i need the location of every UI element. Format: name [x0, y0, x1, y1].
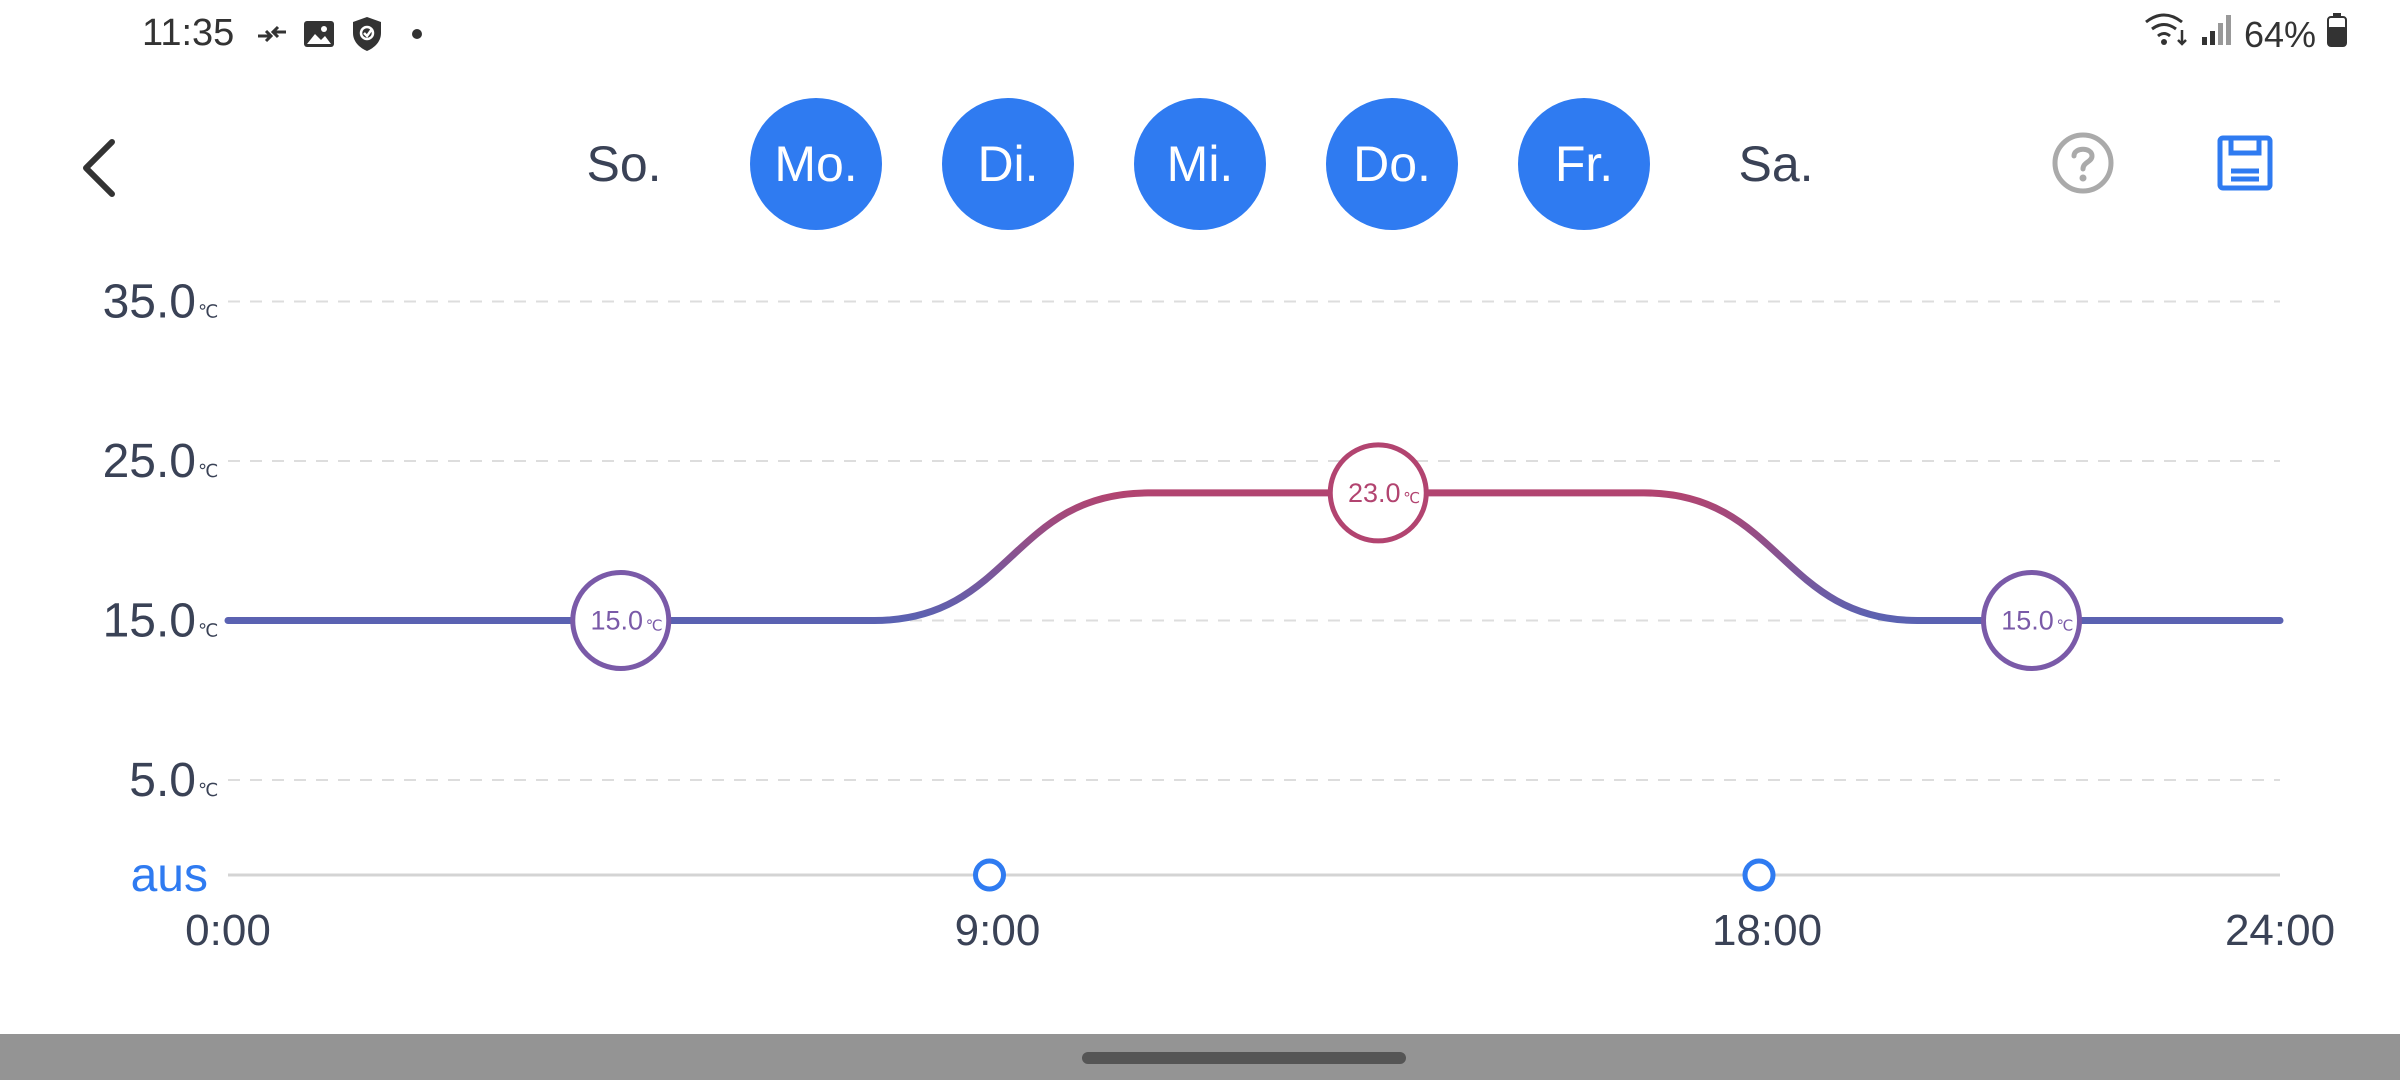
off-label: aus: [131, 849, 208, 902]
wifi-icon: [2142, 12, 2190, 57]
day-do-button[interactable]: Do.: [1326, 98, 1458, 230]
time-handle[interactable]: [1742, 858, 1776, 892]
x-tick-label: 18:00: [1712, 906, 1822, 950]
day-mo-button[interactable]: Mo.: [750, 98, 882, 230]
badge-value: 23.0: [1348, 478, 1401, 508]
badge-unit: ℃: [646, 618, 663, 635]
help-icon[interactable]: [2048, 128, 2118, 198]
badge-value: 15.0: [2001, 606, 2054, 636]
save-icon[interactable]: [2210, 128, 2280, 198]
y-tick-label: 15.0: [103, 595, 196, 648]
battery-label: 64%: [2243, 13, 2316, 55]
temperature-badge[interactable]: 23.0 ℃: [1327, 442, 1429, 544]
temperature-line: [224, 489, 2284, 624]
y-tick-unit: ℃: [198, 461, 218, 481]
time-handle[interactable]: [973, 858, 1006, 892]
dot-icon: [410, 16, 424, 52]
battery-icon: [2326, 13, 2348, 56]
x-tick-label: 9:00: [955, 906, 1041, 950]
data-transfer-icon: [254, 16, 290, 52]
y-tick-unit: ℃: [198, 302, 218, 322]
day-mi-button[interactable]: Mi.: [1134, 98, 1266, 230]
y-tick-label: 5.0: [129, 754, 196, 807]
day-sa-button[interactable]: Sa.: [1710, 98, 1842, 230]
shield-icon: [350, 16, 384, 52]
signal-icon: [2200, 13, 2234, 56]
image-icon: [302, 16, 336, 52]
navigation-bar: [0, 1034, 2400, 1080]
y-tick-label: 25.0: [103, 435, 196, 488]
status-bar: 11:35 64%: [0, 0, 2400, 72]
x-tick-label: 24:00: [2225, 906, 2335, 950]
temperature-badge[interactable]: 15.0 ℃: [1981, 570, 2082, 671]
day-di-button[interactable]: Di.: [942, 98, 1074, 230]
back-arrow-icon[interactable]: [68, 128, 128, 208]
x-tick-label: 0:00: [185, 906, 271, 950]
badge-unit: ℃: [2057, 618, 2074, 635]
temperature-badge[interactable]: 15.0 ℃: [570, 570, 672, 671]
day-fr-button[interactable]: Fr.: [1518, 98, 1650, 230]
home-gesture-handle[interactable]: [1082, 1052, 1406, 1064]
y-tick-unit: ℃: [198, 780, 218, 800]
temperature-schedule-chart[interactable]: 35.0 ℃25.0 ℃15.0 ℃5.0 ℃aus 0:00 9:00 18:00 24:0…: [0, 250, 2400, 951]
badge-value: 15.0: [590, 606, 643, 636]
day-so-button[interactable]: So.: [558, 98, 690, 230]
badge-unit: ℃: [1403, 490, 1420, 507]
status-time: 11:35: [142, 12, 235, 54]
y-tick-unit: ℃: [198, 621, 218, 641]
status-right: 64%: [2142, 12, 2348, 57]
y-tick-label: 35.0: [103, 276, 196, 329]
